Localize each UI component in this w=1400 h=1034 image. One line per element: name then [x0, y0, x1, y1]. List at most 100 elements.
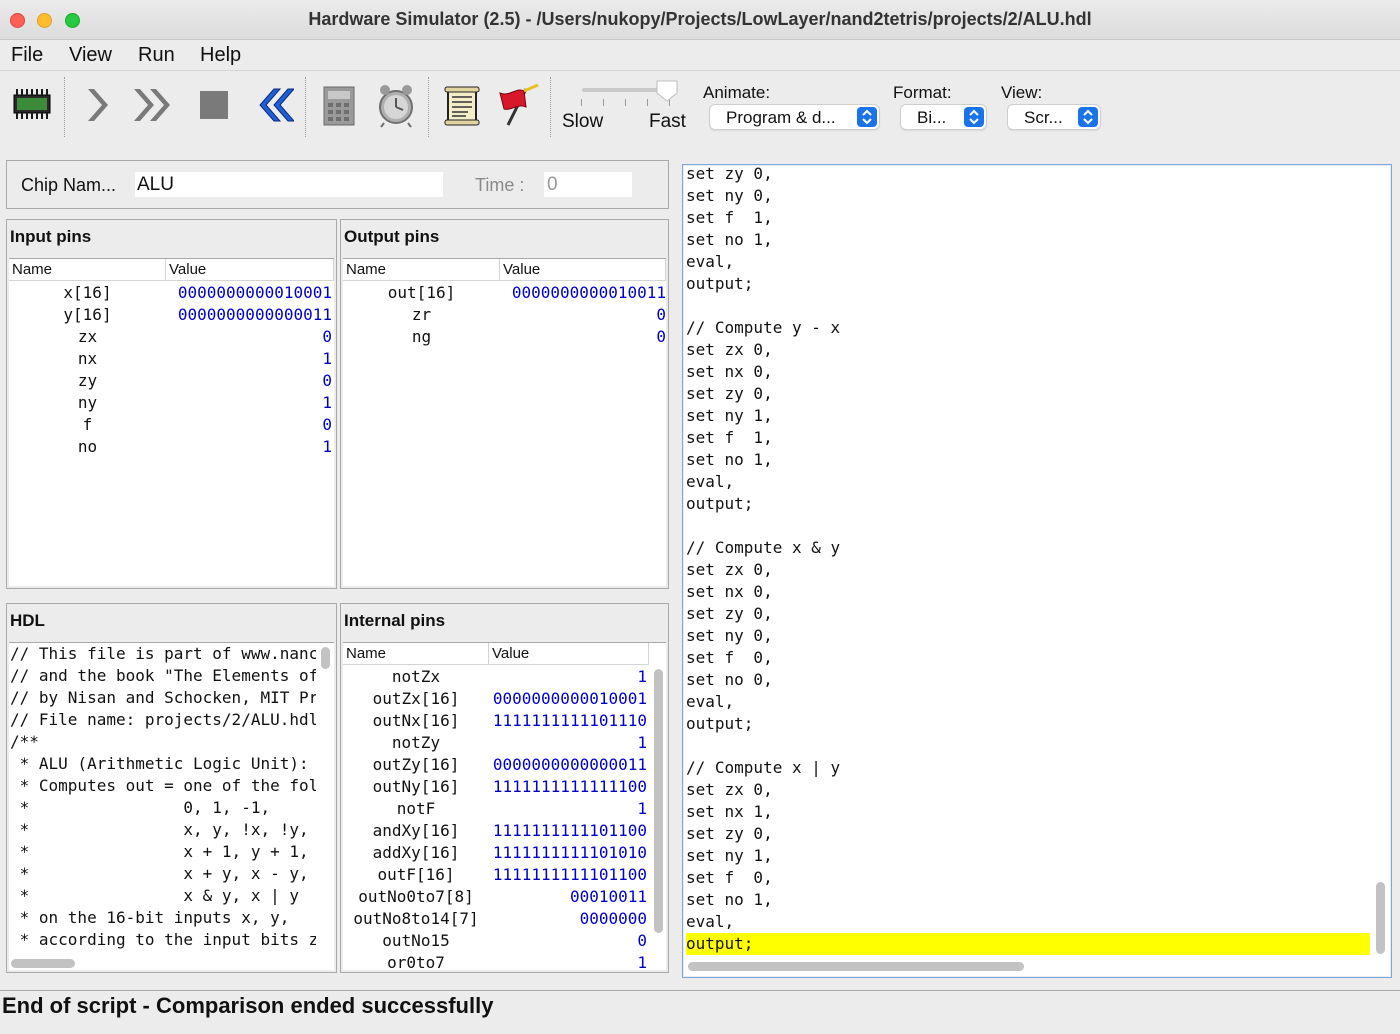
- single-step-icon[interactable]: [76, 81, 124, 129]
- pin-row[interactable]: zy 0: [9, 371, 334, 393]
- pin-row[interactable]: outNo15 0: [343, 931, 648, 953]
- run-icon[interactable]: [130, 81, 178, 129]
- pin-value[interactable]: 1: [489, 953, 647, 970]
- pin-row[interactable]: outZy[16] 0000000000000011: [343, 755, 648, 777]
- pin-row[interactable]: outF[16] 1111111111101100: [343, 865, 648, 887]
- column-header-value[interactable]: Value: [489, 643, 649, 665]
- stop-icon[interactable]: [190, 81, 238, 129]
- pin-value[interactable]: 1: [166, 349, 332, 368]
- pin-row[interactable]: ng 0: [343, 327, 666, 349]
- pin-row[interactable]: x[16] 0000000000010001: [9, 283, 334, 305]
- pin-value[interactable]: 0: [166, 415, 332, 434]
- pin-value[interactable]: 00010011: [489, 887, 647, 906]
- input-pins-title: Input pins: [10, 227, 92, 246]
- pin-value[interactable]: 1: [489, 667, 647, 686]
- clock-icon[interactable]: [372, 81, 420, 129]
- pin-value[interactable]: 0: [166, 371, 332, 390]
- menu-help[interactable]: Help: [200, 44, 241, 67]
- animate-select[interactable]: Program & d...: [709, 104, 880, 130]
- slider-tick: [625, 99, 626, 106]
- menu-view[interactable]: View: [69, 44, 112, 67]
- column-header-name[interactable]: Name: [9, 259, 166, 281]
- code-line: set ny 0,: [686, 626, 773, 645]
- pin-row[interactable]: f0: [9, 415, 334, 437]
- pin-value[interactable]: 0: [489, 931, 647, 950]
- code-line: * x + 1, y + 1,: [10, 842, 309, 861]
- script-horizontal-scrollbar[interactable]: [688, 962, 1024, 971]
- pin-name: outNy[16]: [372, 777, 460, 796]
- menu-file[interactable]: File: [11, 44, 43, 67]
- pin-row[interactable]: zr 0: [343, 305, 666, 327]
- pin-row[interactable]: andXy[16] 1111111111101100: [343, 821, 648, 843]
- pin-value[interactable]: 1: [489, 733, 647, 752]
- status-message: End of script - Comparison ended success…: [2, 993, 494, 1018]
- window-title: Hardware Simulator (2.5) - /Users/nukopy…: [308, 9, 1092, 29]
- pin-value[interactable]: 0: [166, 327, 332, 346]
- hdl-code-view[interactable]: // This file is part of www.nanc // and t…: [9, 642, 334, 970]
- column-header-name[interactable]: Name: [343, 643, 489, 665]
- pin-row[interactable]: zx 0: [9, 327, 334, 349]
- pin-row[interactable]: addXy[16] 1111111111101010: [343, 843, 648, 865]
- pin-row[interactable]: outNo0to7[8] 00010011: [343, 887, 648, 909]
- rewind-icon[interactable]: [246, 81, 296, 129]
- view-select[interactable]: Scr...: [1007, 104, 1101, 130]
- internal-pins-scrollbar[interactable]: [654, 669, 663, 933]
- chip-load-icon[interactable]: [8, 81, 56, 129]
- pin-value[interactable]: 0000000000010001: [166, 283, 332, 302]
- pin-row[interactable]: no 1: [9, 437, 334, 459]
- pin-row[interactable]: notZy 1: [343, 733, 648, 755]
- script-icon[interactable]: [438, 81, 486, 129]
- hardware-simulator-window: Hardware Simulator (2.5) - /Users/nukopy…: [0, 0, 1400, 1034]
- pin-row[interactable]: or0to7 1: [343, 953, 648, 970]
- pin-name: outNo0to7[8]: [358, 887, 474, 906]
- format-select[interactable]: Bi...: [900, 104, 987, 130]
- hdl-vertical-scrollbar[interactable]: [321, 647, 330, 669]
- pin-value[interactable]: 1111111111101110: [489, 711, 647, 730]
- column-header-name[interactable]: Name: [343, 259, 500, 281]
- slider-tick: [581, 99, 582, 106]
- breakpoint-flag-icon[interactable]: [494, 81, 542, 129]
- pin-row[interactable]: nx 1: [9, 349, 334, 371]
- pin-value[interactable]: 1111111111101010: [489, 843, 647, 862]
- pin-row[interactable]: outNo8to14[7] 0000000: [343, 909, 648, 931]
- script-vertical-scrollbar[interactable]: [1376, 882, 1385, 954]
- pin-value[interactable]: 1111111111111100: [489, 777, 647, 796]
- time-label: Time :: [475, 175, 525, 195]
- code-line: output;: [686, 714, 754, 733]
- code-line: set no 1,: [686, 890, 773, 909]
- pin-row[interactable]: out[16] 0000000000010011: [343, 283, 666, 305]
- pin-value[interactable]: 0000000: [489, 909, 647, 928]
- speed-slider-thumb[interactable]: [655, 79, 679, 102]
- pin-value[interactable]: 1: [166, 393, 332, 412]
- pin-value[interactable]: 0000000000000011: [166, 305, 332, 324]
- pin-value[interactable]: 1111111111101100: [489, 821, 647, 840]
- pin-row[interactable]: ny 1: [9, 393, 334, 415]
- pin-value[interactable]: 1111111111101100: [489, 865, 647, 884]
- column-header-value[interactable]: Value: [166, 259, 334, 281]
- title-bar: Hardware Simulator (2.5) - /Users/nukopy…: [0, 0, 1400, 40]
- hdl-horizontal-scrollbar[interactable]: [11, 959, 75, 968]
- column-header-value[interactable]: Value: [500, 259, 666, 281]
- calculator-icon[interactable]: [316, 81, 364, 129]
- pin-value[interactable]: 0000000000010011: [500, 283, 666, 302]
- pin-row[interactable]: outNy[16] 1111111111111100: [343, 777, 648, 799]
- pin-name: ny: [77, 393, 98, 412]
- pin-value[interactable]: 0000000000000011: [489, 755, 647, 774]
- chip-name-field[interactable]: ALU: [135, 172, 443, 197]
- script-code-view[interactable]: set zy 0, set ny 0, set f 1, set no 1, eval,…: [684, 166, 1390, 976]
- code-line: * x, y, !x, !y,: [10, 820, 309, 839]
- pin-row[interactable]: outZx[16] 0000000000010001: [343, 689, 648, 711]
- pin-value[interactable]: 0: [500, 327, 666, 346]
- pin-value[interactable]: 0000000000010001: [489, 689, 647, 708]
- pin-row[interactable]: y[16] 0000000000000011: [9, 305, 334, 327]
- menu-run[interactable]: Run: [138, 44, 175, 67]
- pin-row[interactable]: notF 1: [343, 799, 648, 821]
- pin-row[interactable]: notZx 1: [343, 667, 648, 689]
- code-line: set f 0,: [686, 648, 773, 667]
- pin-value[interactable]: 1: [166, 437, 332, 456]
- pin-row[interactable]: outNx[16] 1111111111101110: [343, 711, 648, 733]
- pin-value[interactable]: 1: [489, 799, 647, 818]
- pin-value[interactable]: 0: [500, 305, 666, 324]
- internal-pins-title: Internal pins: [344, 611, 446, 630]
- slider-fast-label: Fast: [649, 111, 686, 132]
